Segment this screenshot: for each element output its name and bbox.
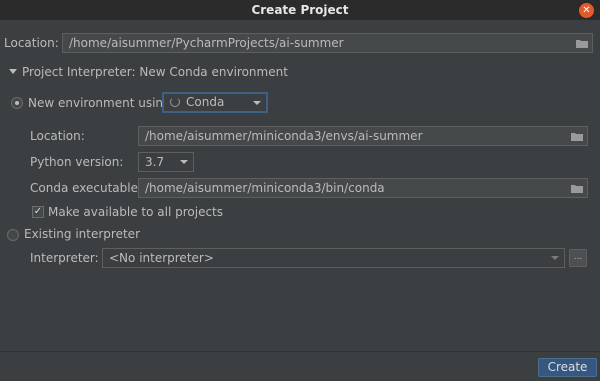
interpreter-section-header[interactable]: Project Interpreter: New Conda environme… (22, 65, 288, 79)
env-location-input[interactable]: /home/aisummer/miniconda3/envs/ai-summer (138, 126, 588, 146)
existing-interpreter-label[interactable]: Existing interpreter (24, 227, 140, 241)
conda-executable-input[interactable]: /home/aisummer/miniconda3/bin/conda (138, 178, 588, 198)
conda-executable-value: /home/aisummer/miniconda3/bin/conda (145, 181, 385, 195)
python-version-value: 3.7 (145, 155, 165, 169)
make-available-checkbox[interactable]: ✓ (32, 206, 44, 218)
env-location-value: /home/aisummer/miniconda3/envs/ai-summer (145, 129, 423, 143)
chevron-down-icon (180, 160, 188, 164)
chevron-down-icon (551, 256, 559, 260)
interpreter-value: <No interpreter> (109, 251, 214, 265)
existing-interpreter-radio[interactable] (7, 229, 19, 241)
folder-icon[interactable] (571, 184, 583, 193)
checkmark-icon: ✓ (33, 206, 43, 217)
interpreter-label: Interpreter: (30, 251, 99, 265)
folder-icon[interactable] (571, 132, 583, 141)
environment-tool-select[interactable]: Conda (162, 92, 268, 113)
window-title: Create Project (251, 3, 349, 17)
env-location-label: Location: (30, 129, 85, 143)
title-bar: Create Project ✕ (0, 0, 600, 20)
python-version-select[interactable]: 3.7 (138, 152, 194, 172)
chevron-down-icon[interactable] (9, 69, 17, 74)
footer-divider (0, 351, 600, 352)
chevron-down-icon (253, 101, 261, 105)
close-icon[interactable]: ✕ (579, 3, 594, 18)
new-environment-radio[interactable] (11, 97, 23, 109)
environment-tool-value: Conda (186, 95, 225, 109)
make-available-label[interactable]: Make available to all projects (48, 205, 223, 219)
project-location-input[interactable]: /home/aisummer/PycharmProjects/ai-summer (62, 33, 593, 53)
create-button[interactable]: Create (538, 358, 597, 377)
folder-icon[interactable] (576, 39, 588, 48)
spinner-icon (170, 97, 180, 107)
browse-interpreter-button[interactable]: ... (569, 249, 587, 267)
new-environment-label[interactable]: New environment using (28, 96, 171, 110)
project-location-value: /home/aisummer/PycharmProjects/ai-summer (69, 36, 344, 50)
project-location-label: Location: (4, 36, 59, 50)
python-version-label: Python version: (30, 155, 124, 169)
conda-executable-label: Conda executable: (30, 181, 143, 195)
interpreter-select[interactable]: <No interpreter> (102, 248, 565, 268)
